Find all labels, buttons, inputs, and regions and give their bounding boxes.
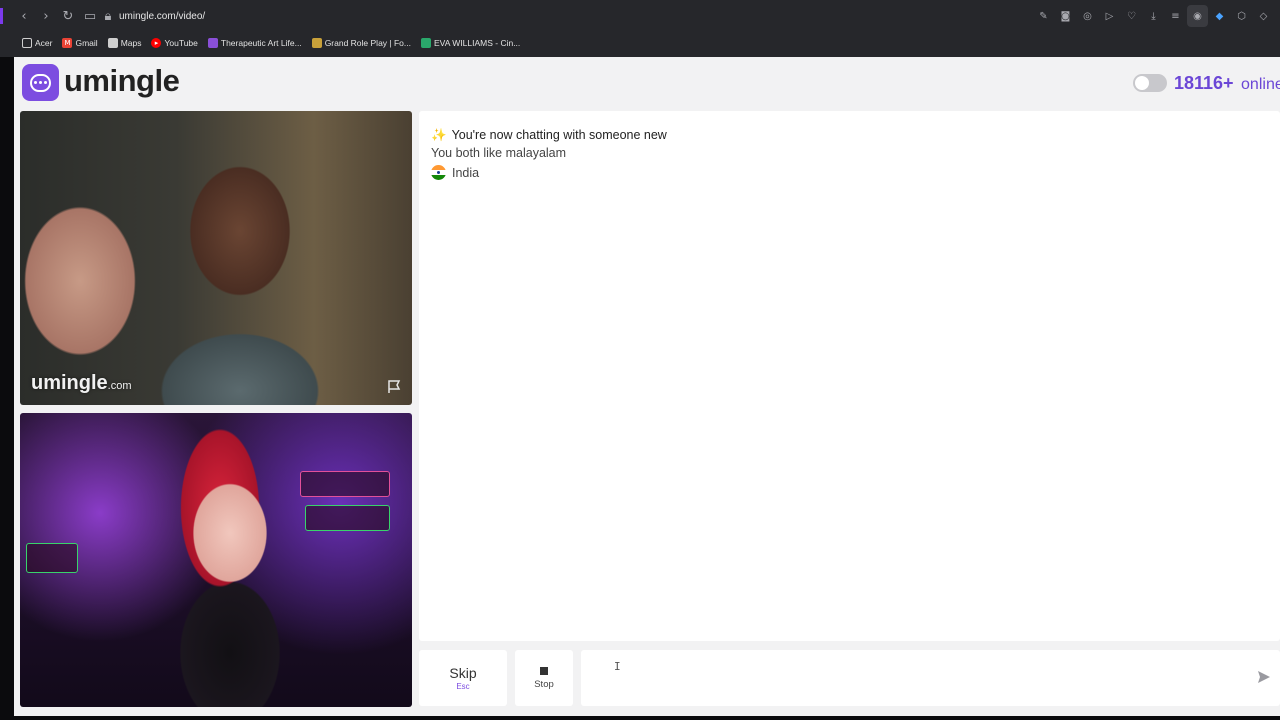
- system-message-connected: ✨ You're now chatting with someone new: [431, 127, 667, 143]
- india-flag-icon: [431, 165, 446, 180]
- connected-text: You're now chatting with someone new: [451, 128, 667, 142]
- bookmark-maps[interactable]: Maps: [107, 38, 142, 48]
- navigation-bar: ‹ › ↻ ▭ 🔒︎ umingle.com/video/ ✎ ◙ ◎ ▷ ♡ …: [0, 0, 1280, 32]
- watermark-main: umingle: [31, 372, 108, 394]
- neon-youtube-sign: [300, 471, 390, 497]
- menu-icon[interactable]: ≡: [1165, 5, 1186, 27]
- bookmark-grand-role-play[interactable]: Grand Role Play | Fo...: [311, 38, 411, 48]
- watermark-suffix: .com: [107, 380, 132, 392]
- download-icon[interactable]: ⤓: [1143, 5, 1164, 27]
- browser-chrome: ‹ › ↻ ▭ 🔒︎ umingle.com/video/ ✎ ◙ ◎ ▷ ♡ …: [0, 0, 1280, 57]
- sparkle-icon: ✨: [431, 127, 447, 142]
- site-icon: [207, 38, 218, 48]
- back-icon[interactable]: ‹: [13, 5, 35, 27]
- stop-label: Stop: [534, 678, 554, 690]
- bookmark-label: Maps: [120, 38, 142, 48]
- browser-toolbar: ✎ ◙ ◎ ▷ ♡ ⤓ ≡ ◉ ◆ ⬡ ◇: [1033, 5, 1274, 27]
- bookmarks-bar: Acer M Gmail Maps ▸ YouTube Therapeutic …: [0, 32, 1280, 54]
- skip-shortcut-hint: Esc: [456, 682, 470, 691]
- skip-label: Skip: [449, 665, 477, 681]
- forward-icon[interactable]: ›: [35, 5, 57, 27]
- bookmark-eva-williams[interactable]: EVA WILLIAMS - Cin...: [421, 38, 520, 48]
- neon-kick-sign: [305, 505, 390, 531]
- bookmark-label: Grand Role Play | Fo...: [324, 38, 411, 48]
- bookmark-label: Acer: [35, 38, 53, 48]
- stop-icon: [540, 666, 548, 675]
- country-name: India: [452, 165, 480, 180]
- sidebar-icon[interactable]: ◇: [1253, 5, 1274, 27]
- folder-icon: [22, 38, 32, 48]
- youtube-icon: ▸: [151, 38, 162, 48]
- profile-icon[interactable]: ◉: [1187, 5, 1208, 27]
- maps-icon: [107, 38, 118, 48]
- address-bar-url[interactable]: umingle.com/video/: [119, 11, 205, 22]
- lock-icon[interactable]: 🔒︎: [101, 5, 115, 27]
- gmail-icon: M: [62, 38, 73, 48]
- site-header: umingle 18116+ online: [14, 57, 1280, 107]
- tab-icon[interactable]: ▭: [79, 5, 101, 27]
- dark-mode-toggle[interactable]: [1133, 74, 1167, 92]
- play-icon[interactable]: ▷: [1099, 5, 1120, 27]
- shield-icon[interactable]: ◎: [1077, 5, 1098, 27]
- text-cursor-icon: I: [614, 660, 621, 673]
- bookmark-acer[interactable]: Acer: [22, 38, 52, 48]
- bookmark-gmail[interactable]: M Gmail: [62, 38, 98, 48]
- send-icon[interactable]: [1256, 669, 1272, 685]
- edit-icon[interactable]: ✎: [1033, 5, 1054, 27]
- online-count: 18116+: [1174, 73, 1234, 93]
- bookmark-therapeutic-art[interactable]: Therapeutic Art Life...: [207, 38, 302, 48]
- shared-interest-message: You both like malayalam: [431, 146, 567, 160]
- site-icon: [311, 38, 322, 48]
- bookmark-label: Gmail: [75, 38, 98, 48]
- online-counter: 18116+ online: [1174, 73, 1280, 94]
- bookmark-youtube[interactable]: ▸ YouTube: [151, 38, 198, 48]
- chat-panel: ✨ You're now chatting with someone new Yo…: [419, 111, 1280, 641]
- country-message: India: [431, 165, 479, 180]
- bookmark-label: Therapeutic Art Life...: [220, 38, 302, 48]
- extension-icon[interactable]: ◆: [1209, 5, 1230, 27]
- brand-logo-text[interactable]: umingle: [64, 63, 180, 99]
- online-label: online: [1241, 76, 1280, 93]
- umingle-watermark: umingle.com: [31, 372, 132, 395]
- logo-chat-icon[interactable]: [22, 64, 59, 101]
- neon-kick-sign-left: [26, 543, 78, 573]
- umingle-page: umingle 18116+ online umingle.com ✨ You'r…: [14, 57, 1280, 716]
- report-flag-icon[interactable]: [386, 379, 402, 395]
- cube-icon[interactable]: ⬡: [1231, 5, 1252, 27]
- site-icon: [421, 38, 431, 48]
- bookmark-label: YouTube: [164, 38, 198, 48]
- skip-button[interactable]: Skip Esc: [419, 650, 507, 706]
- self-video: [20, 413, 412, 707]
- reload-icon[interactable]: ↻: [57, 5, 79, 27]
- camera-icon[interactable]: ◙: [1055, 5, 1076, 27]
- stranger-video: umingle.com: [20, 111, 412, 405]
- message-input[interactable]: [581, 650, 1280, 706]
- toggle-knob: [1135, 76, 1149, 90]
- bookmark-label: EVA WILLIAMS - Cin...: [434, 38, 521, 48]
- stop-button[interactable]: Stop: [515, 650, 573, 706]
- heart-icon[interactable]: ♡: [1121, 5, 1142, 27]
